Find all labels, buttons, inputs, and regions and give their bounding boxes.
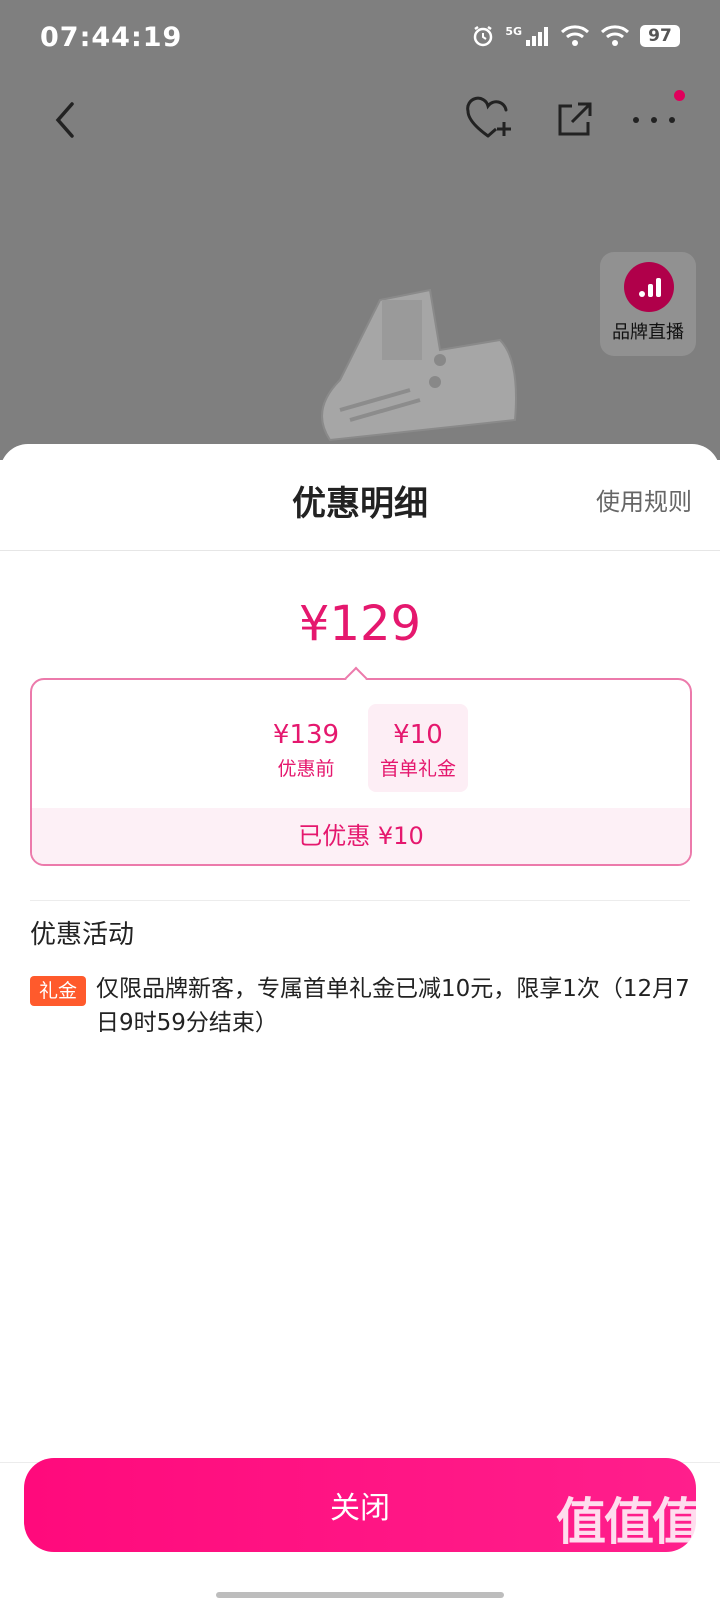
home-indicator[interactable] (216, 1592, 504, 1598)
wifi-icon (560, 25, 590, 46)
divider (0, 550, 720, 551)
product-top-bar (0, 88, 720, 152)
discount-detail-sheet: 优惠明细 使用规则 ¥129 ¥139 优惠前 - ¥10 首单礼金 已优惠 ¥… (0, 444, 720, 1600)
first-order-gift-item: ¥10 首单礼金 (368, 704, 468, 792)
status-icons: 5G 97 (471, 24, 680, 48)
alarm-icon (474, 25, 493, 47)
notification-dot (674, 90, 685, 101)
heart-plus-icon[interactable] (464, 96, 514, 144)
live-bars-icon (624, 262, 674, 312)
promotion-description: 仅限品牌新客，专属首单礼金已减10元，限享1次（12月7日9时59分结束） (96, 976, 690, 1036)
divider (30, 900, 690, 901)
saved-amount-bar: 已优惠 ¥10 (32, 808, 690, 864)
share-icon[interactable] (552, 98, 596, 142)
gift-amount: ¥10 (393, 720, 443, 750)
status-bar: 07:44:19 5G 97 (0, 0, 720, 80)
price-breakdown-card: ¥139 优惠前 - ¥10 首单礼金 已优惠 ¥10 (30, 678, 692, 866)
gift-tag-badge: 礼金 (30, 976, 86, 1006)
price-before-label: 优惠前 (277, 758, 335, 780)
gift-label: 首单礼金 (379, 758, 456, 780)
watermark-url: zhizhizhi.com (570, 1554, 686, 1574)
price-before-amount: ¥139 (272, 720, 340, 750)
status-time: 07:44:19 (40, 22, 183, 53)
promotion-section-title: 优惠活动 (30, 920, 135, 950)
usage-rules-link[interactable]: 使用规则 (596, 482, 692, 517)
brand-live-label: 品牌直播 (612, 322, 684, 343)
more-dots-icon[interactable] (628, 98, 680, 142)
wifi-icon-secondary (600, 25, 630, 46)
brand-live-button[interactable]: 品牌直播 (600, 252, 696, 356)
network-label: 5G (505, 24, 522, 38)
price-before-item: ¥139 优惠前 (250, 720, 362, 781)
battery-indicator: 97 (640, 25, 680, 47)
product-image (321, 288, 517, 442)
watermark: 值值值 zhizhizhi.com (556, 1482, 702, 1574)
watermark-logo: 值值值 (556, 1493, 702, 1551)
cell-signal-icon (526, 27, 548, 46)
chevron-left-icon[interactable] (44, 98, 88, 142)
final-price: ¥129 (298, 596, 422, 652)
